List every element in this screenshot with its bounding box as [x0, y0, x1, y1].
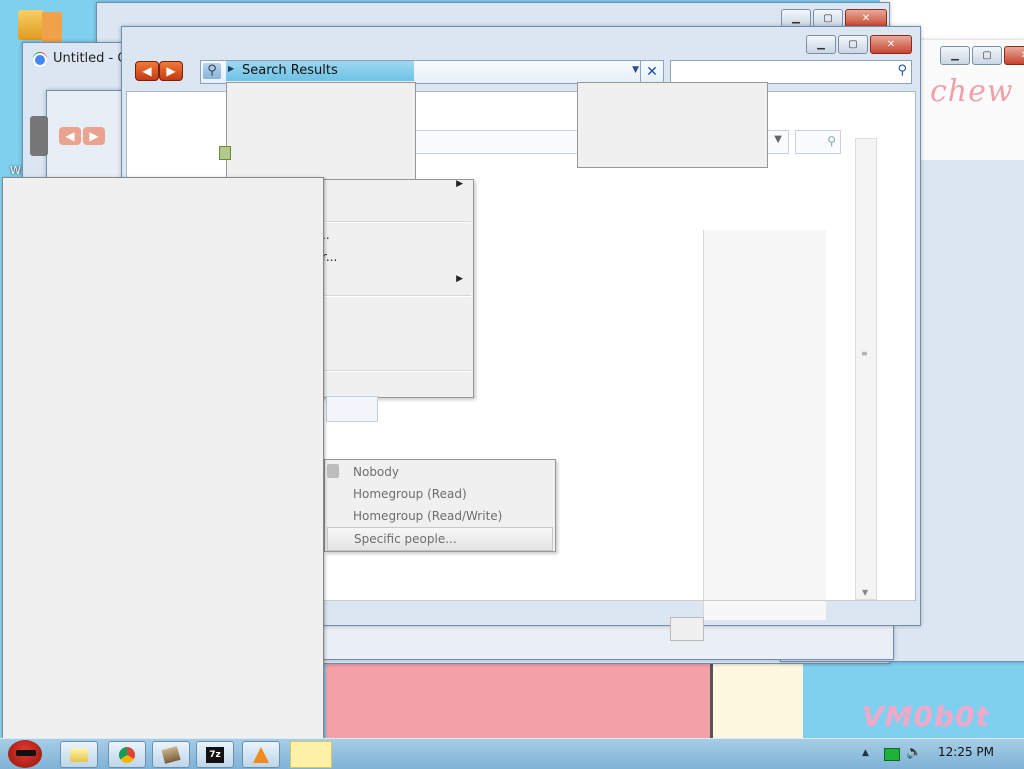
- vlc-icon: [253, 746, 269, 763]
- forward-button[interactable]: ▶: [159, 61, 183, 81]
- window-controls-right: ▁ ▢ ✕: [940, 46, 1024, 65]
- scroll-down-icon[interactable]: ▼: [862, 588, 868, 597]
- status-box: [670, 617, 704, 641]
- scrollbar-vertical[interactable]: ≡ ▼: [855, 138, 877, 600]
- clock[interactable]: 12:25 PM: [938, 745, 994, 759]
- back-button[interactable]: ◀: [135, 61, 159, 81]
- submenu-arrow-icon: ▶: [456, 274, 463, 284]
- desktop-art-text-2: chew: [930, 74, 1014, 109]
- maximize-button[interactable]: ▢: [838, 35, 868, 54]
- inner-search[interactable]: ⚲: [795, 130, 841, 154]
- search-input[interactable]: ⚲: [670, 60, 912, 84]
- file-icon: [219, 146, 231, 160]
- recycle-bin-icon: [30, 116, 48, 156]
- search-results-icon: ⚲: [203, 63, 221, 79]
- dropdown-icon[interactable]: ▼: [774, 134, 782, 145]
- breadcrumb-arrow-icon[interactable]: ▶: [228, 64, 234, 73]
- close-button[interactable]: ✕: [1004, 46, 1024, 65]
- search-field[interactable]: [673, 62, 887, 82]
- search-icon[interactable]: ⚲: [897, 63, 907, 78]
- app-icon: [42, 12, 62, 42]
- start-button[interactable]: [4, 738, 48, 768]
- taskbar-app[interactable]: [152, 741, 190, 768]
- taskbar-chrome[interactable]: [108, 741, 146, 768]
- start-icon-detail: [16, 750, 36, 756]
- share-submenu[interactable]: Nobody Homegroup (Read) Homegroup (Read/…: [324, 459, 556, 552]
- app-icon: [161, 745, 181, 764]
- desktop-art-pink: [326, 660, 710, 738]
- volume-icon[interactable]: 🔈: [906, 745, 922, 760]
- minimize-button[interactable]: ▁: [940, 46, 970, 65]
- chrome-icon: [119, 746, 135, 763]
- share-nobody[interactable]: Nobody: [325, 461, 555, 483]
- taskbar-vlc[interactable]: [242, 741, 280, 768]
- desktop-icon-folder[interactable]: [18, 10, 62, 46]
- search-icon: ⚲: [827, 134, 836, 148]
- 7zip-icon: 7z: [206, 746, 224, 763]
- tray-expand-icon[interactable]: ▲: [862, 748, 869, 758]
- close-button[interactable]: ✕: [870, 35, 912, 54]
- chrome-icon-center: [33, 53, 47, 67]
- folder-icon: [18, 10, 44, 40]
- address-dropdown-icon[interactable]: ▼: [632, 65, 639, 75]
- taskbar-active-item[interactable]: [290, 741, 332, 768]
- network-icon[interactable]: [884, 748, 900, 761]
- maximize-button[interactable]: ▢: [972, 46, 1002, 65]
- selection-box: [326, 396, 378, 422]
- breadcrumb-dropdown[interactable]: [226, 82, 416, 181]
- share-specific-people[interactable]: Specific people...: [327, 527, 553, 551]
- taskbar-7zip[interactable]: 7z: [196, 741, 234, 768]
- breadcrumb-label: Search Results: [242, 63, 338, 78]
- share-homegroup-read[interactable]: Homegroup (Read): [325, 483, 555, 505]
- clear-search-button[interactable]: ✕: [640, 60, 664, 84]
- forward-button[interactable]: ▶: [83, 127, 105, 145]
- window-controls: ▁ ▢ ✕: [806, 35, 912, 54]
- back-button[interactable]: ◀: [59, 127, 81, 145]
- desktop-art-cream: [710, 660, 803, 738]
- preview-pane: [703, 230, 826, 620]
- minimize-button[interactable]: ▁: [806, 35, 836, 54]
- watermark: VM0b0t: [862, 700, 990, 733]
- scroll-grip-icon: ≡: [861, 349, 868, 358]
- taskbar-explorer[interactable]: [60, 741, 98, 768]
- share-homegroup-readwrite[interactable]: Homegroup (Read/Write): [325, 505, 555, 527]
- folder-icon: [70, 747, 88, 762]
- submenu-arrow-icon: ▶: [456, 179, 463, 189]
- breadcrumb[interactable]: ▶ Search Results: [226, 61, 414, 81]
- blank-panel[interactable]: [2, 177, 324, 739]
- search-suggestions[interactable]: [577, 82, 768, 168]
